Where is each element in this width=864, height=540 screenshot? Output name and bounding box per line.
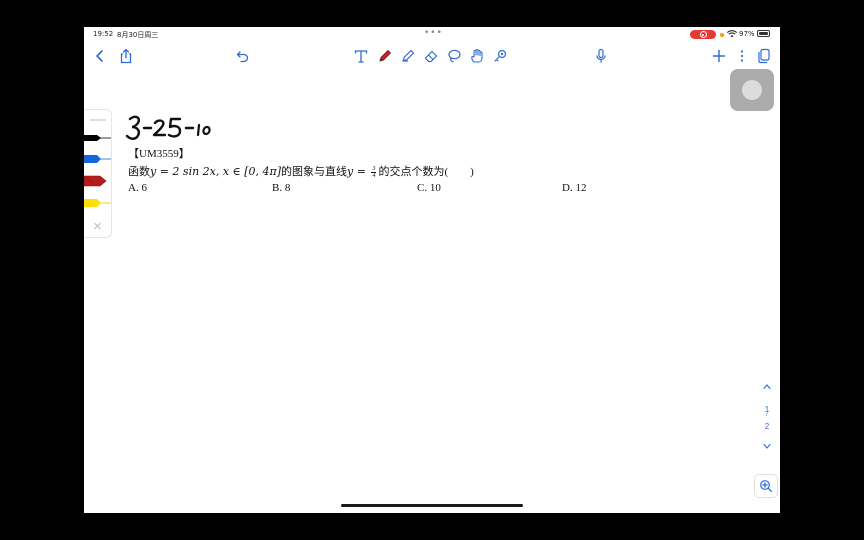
pen-red[interactable] <box>84 175 107 187</box>
pen-blue[interactable] <box>84 155 111 163</box>
page-total: 2 <box>764 422 770 431</box>
highlighter-icon[interactable] <box>399 47 417 65</box>
palette-close-icon[interactable] <box>94 222 101 230</box>
status-date: 8月30日周三 <box>117 31 159 39</box>
option-d: D. 12 <box>562 182 587 194</box>
problem-id: 【UM3559】 <box>128 148 190 160</box>
battery-icon <box>757 30 770 37</box>
toolbar <box>84 41 780 71</box>
handwriting-strokes <box>125 115 211 140</box>
hand-icon[interactable] <box>468 47 486 65</box>
fraction-denominator: 4 <box>372 172 376 179</box>
wifi-icon <box>727 30 737 38</box>
status-time: 19:52 <box>93 30 114 38</box>
lasso-icon[interactable] <box>445 47 463 65</box>
question-line-lhs: y = <box>347 165 370 178</box>
pen-blue-shape <box>84 155 101 163</box>
ipad-screen: 19:52 8月30日周三 ••• 97% 【UM3559】 函数y = 2 s… <box>84 27 780 513</box>
more-icon[interactable] <box>733 47 751 65</box>
pen-black-shape <box>84 135 101 141</box>
zoom-in-button[interactable] <box>754 474 778 498</box>
back-chevron-icon[interactable] <box>91 47 109 65</box>
option-a: A. 6 <box>128 182 147 194</box>
page-up-icon[interactable] <box>760 383 774 392</box>
question-suffix: 的交点个数为( ) <box>378 166 474 178</box>
problem-question: 函数y = 2 sin 2x, x ∈ [0, 4π]的图象与直线y = 34的… <box>128 163 474 179</box>
zoom-in-icon <box>760 480 773 493</box>
handwritten-note <box>124 113 234 148</box>
mic-in-use-dot <box>720 33 724 37</box>
page-down-icon[interactable] <box>760 443 774 452</box>
battery-percent: 97% <box>739 30 755 38</box>
option-c: C. 10 <box>417 182 441 194</box>
home-indicator[interactable] <box>341 504 523 507</box>
question-formula: y = 2 sin 2x, x ∈ [0, 4π] <box>150 165 282 178</box>
pen-icon[interactable] <box>376 47 394 65</box>
zoom-window-button[interactable] <box>730 69 774 111</box>
question-prefix: 函数 <box>128 166 150 178</box>
share-icon[interactable] <box>117 47 135 65</box>
pages-icon[interactable] <box>755 47 773 65</box>
fraction-numerator: 3 <box>371 165 377 173</box>
link-icon[interactable] <box>491 47 509 65</box>
status-bar: 19:52 8月30日周三 ••• 97% <box>84 27 780 41</box>
fraction-three-quarters: 34 <box>371 165 377 179</box>
text-tool-icon[interactable] <box>352 47 370 65</box>
multitask-dots[interactable]: ••• <box>424 28 443 38</box>
pen-black[interactable] <box>84 135 111 141</box>
pen-yellow[interactable] <box>84 199 111 207</box>
question-mid: 的图象与直线 <box>281 166 348 178</box>
add-icon[interactable] <box>710 47 728 65</box>
microphone-icon[interactable] <box>592 47 610 65</box>
screen-recording-indicator[interactable] <box>690 30 716 39</box>
option-b: B. 8 <box>272 182 291 194</box>
eraser-icon[interactable] <box>422 47 440 65</box>
pen-palette <box>84 109 112 238</box>
undo-icon[interactable] <box>234 47 252 65</box>
pen-yellow-shape <box>84 199 101 207</box>
page-separator: / <box>766 412 768 418</box>
pen-red-shape <box>84 175 107 187</box>
